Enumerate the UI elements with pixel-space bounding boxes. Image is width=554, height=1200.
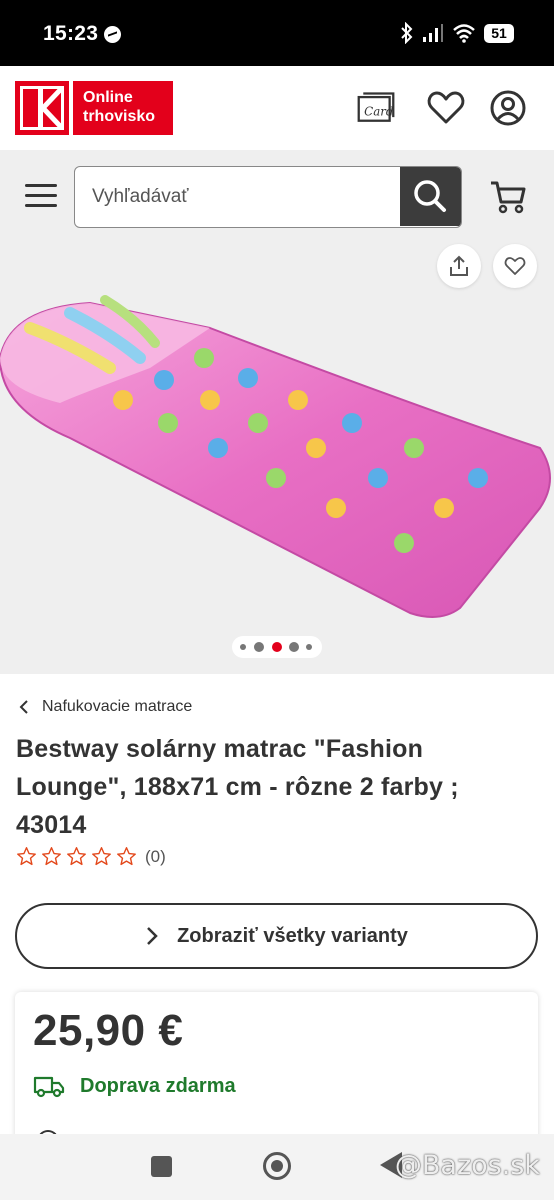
wishlist-heart-icon[interactable] [426,88,466,128]
card-icon[interactable]: Card [356,88,396,128]
messenger-icon [104,26,121,43]
account-user-icon[interactable] [488,88,528,128]
wifi-icon [453,24,475,43]
status-bar: 15:23 51 [0,0,554,66]
show-all-variants-button[interactable]: Zobraziť všetky varianty [15,903,538,969]
bluetooth-icon [401,22,413,44]
chevron-right-icon [147,927,158,945]
search-input[interactable] [75,167,400,226]
price-card: 25,90 € Doprava zdarma [15,992,538,1152]
system-nav-bar: @Bazos.sk [0,1134,554,1200]
site-header: Online trhovisko Card [0,66,554,150]
logo-text[interactable]: Online trhovisko [73,81,173,135]
kaufland-logo[interactable] [15,81,69,135]
search-box [74,166,462,228]
search-icon [414,180,446,212]
hamburger-menu-icon[interactable] [25,184,57,210]
status-time: 15:23 [43,22,99,45]
status-icons: 51 [400,22,514,44]
signal-icon [423,24,443,42]
breadcrumb[interactable]: Nafukovacie matrace [18,698,192,716]
logo-k-mark [20,86,64,130]
share-icon [450,255,468,276]
favorite-button[interactable] [493,244,537,288]
delivery-truck-icon [33,1076,65,1098]
home-button[interactable] [263,1152,291,1180]
product-gallery[interactable] [0,244,554,674]
chevron-left-icon [19,700,28,714]
gallery-dot[interactable] [254,642,264,652]
cart-icon[interactable] [489,180,527,214]
star-icon [17,847,36,866]
search-button[interactable] [400,167,461,226]
rating-stars[interactable]: (0) [16,846,166,867]
battery-indicator: 51 [484,23,514,43]
star-icon [67,847,86,866]
product-title: Bestway solárny matrac "Fashion Lounge",… [16,735,459,839]
gallery-dot-active[interactable] [272,642,282,652]
rating-count[interactable]: (0) [145,847,166,867]
search-row [0,150,554,244]
star-icon [42,847,61,866]
product-price: 25,90 € [33,1006,184,1055]
product-details: Nafukovacie matrace Bestway solárny matr… [0,674,554,1152]
breadcrumb-label[interactable]: Nafukovacie matrace [42,698,192,716]
share-button[interactable] [437,244,481,288]
variants-label: Zobraziť všetky varianty [177,924,408,947]
watermark: @Bazos.sk [394,1150,540,1181]
gallery-pagination[interactable] [232,636,322,658]
gallery-dot[interactable] [240,644,246,650]
product-image [0,295,551,618]
gallery-dot[interactable] [306,644,312,650]
heart-icon [504,257,526,275]
star-icon [92,847,111,866]
star-icon [117,847,136,866]
recent-apps-button[interactable] [151,1156,172,1177]
shipping-label: Doprava zdarma [80,1074,236,1097]
free-shipping: Doprava zdarma [33,1074,236,1098]
card-icon-text: Card [364,104,394,118]
gallery-dot[interactable] [289,642,299,652]
